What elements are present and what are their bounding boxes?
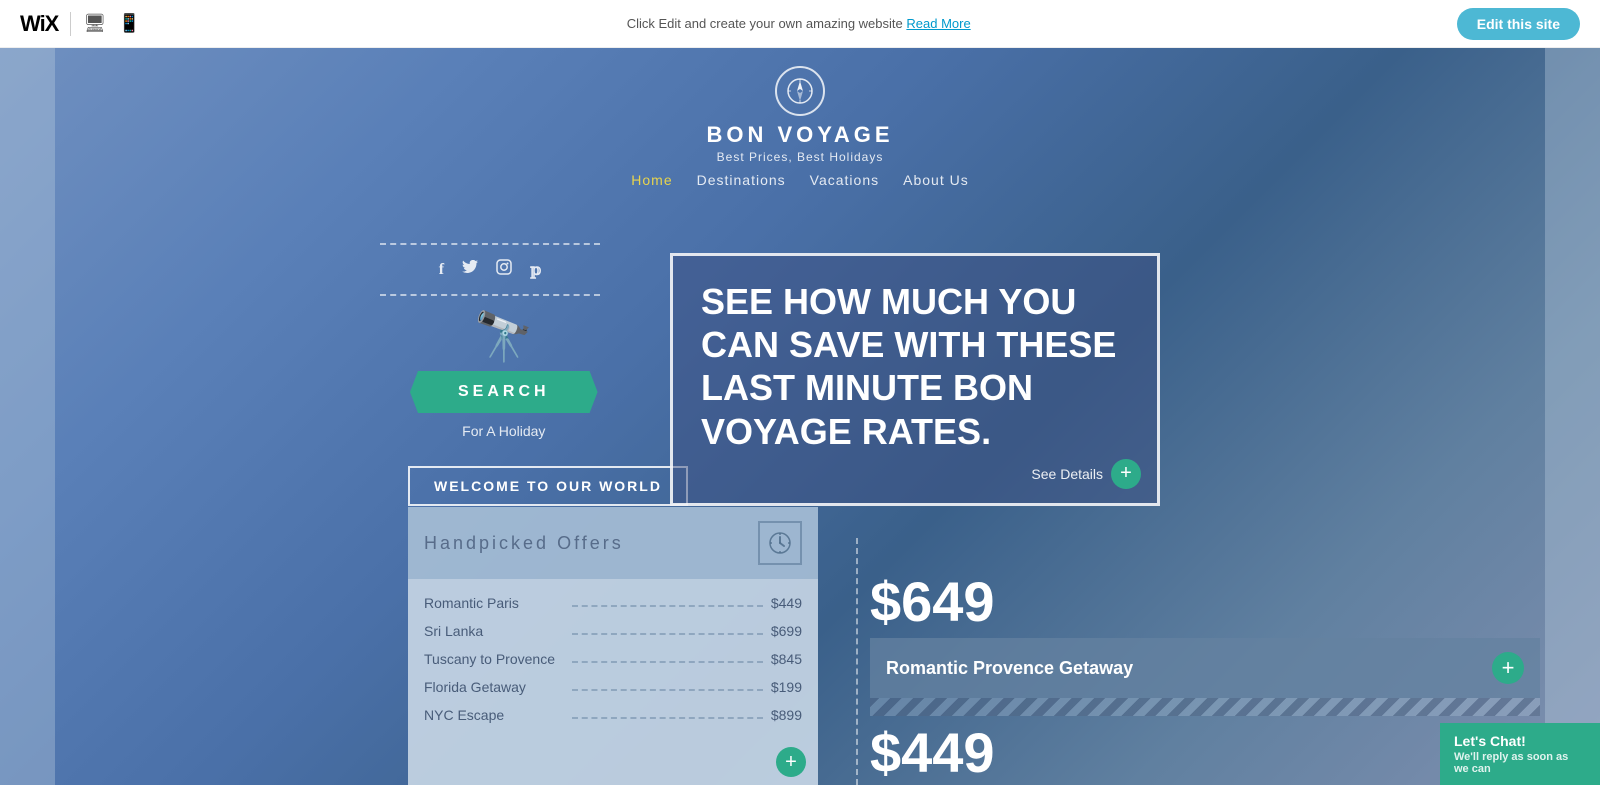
search-button[interactable]: SEARCH — [410, 371, 598, 413]
offer-price: $899 — [771, 707, 802, 723]
see-details-row: See Details + — [1031, 459, 1141, 489]
offer-price: $449 — [771, 595, 802, 611]
offer-name: Sri Lanka — [424, 623, 564, 639]
stripe-bar — [870, 698, 1540, 716]
offer-name: NYC Escape — [424, 707, 564, 723]
offer-row-1: Romantic Paris $449 — [424, 589, 802, 617]
offers-add-button[interactable]: + — [776, 747, 806, 777]
desktop-icon[interactable]: 🖥 — [83, 13, 106, 34]
nav-vacations[interactable]: Vacations — [810, 172, 879, 188]
site-header: BON VOYAGE Best Prices, Best Holidays Ho… — [55, 48, 1545, 188]
edit-prompt: Click Edit and create your own amazing w… — [627, 16, 903, 31]
social-section: f 𝕡 — [380, 243, 600, 296]
offers-header: Handpicked Offers — [408, 507, 818, 579]
dashed-vertical-line — [856, 538, 858, 785]
pinterest-icon[interactable]: 𝕡 — [530, 260, 541, 280]
offer-price: $699 — [771, 623, 802, 639]
offer-dots — [572, 627, 763, 635]
see-details-button[interactable]: + — [1111, 459, 1141, 489]
mobile-icon[interactable]: 📱 — [118, 13, 140, 34]
provence-title: Romantic Provence Getaway — [886, 658, 1492, 679]
main-content: BON VOYAGE Best Prices, Best Holidays Ho… — [0, 48, 1600, 785]
offer-row-3: Tuscany to Provence $845 — [424, 645, 802, 673]
top-bar-center: Click Edit and create your own amazing w… — [141, 16, 1457, 31]
instagram-icon[interactable] — [496, 259, 512, 280]
offer-price: $845 — [771, 651, 802, 667]
nav-about[interactable]: About Us — [903, 172, 969, 188]
right-panel — [1545, 48, 1600, 785]
offer-dots — [572, 711, 763, 719]
search-section: 🔭 SEARCH For A Holiday — [410, 308, 598, 439]
chat-sub: We'll reply as soon as we can — [1454, 751, 1586, 775]
social-icons: f 𝕡 — [439, 259, 542, 280]
offer-name: Tuscany to Provence — [424, 651, 564, 667]
read-more-link[interactable]: Read More — [906, 16, 970, 31]
provence-button[interactable]: + — [1492, 652, 1524, 684]
offers-list: Romantic Paris $449 Sri Lanka $699 Tusca… — [408, 579, 818, 739]
provence-card: Romantic Provence Getaway + — [870, 638, 1540, 698]
edit-site-button[interactable]: Edit this site — [1457, 8, 1580, 40]
site-subtitle: Best Prices, Best Holidays — [717, 150, 884, 164]
offer-dots — [572, 655, 763, 663]
search-subtitle: For A Holiday — [462, 423, 545, 439]
hero-box: SEE HOW MUCH YOU CAN SAVE WITH THESE LAS… — [670, 253, 1160, 506]
site-title: BON VOYAGE — [706, 122, 893, 148]
binoculars-icon: 🔭 — [474, 308, 534, 365]
offers-section: Handpicked Offers Romantic Paris $449 — [408, 507, 818, 785]
chat-bubble[interactable]: Let's Chat! We'll reply as soon as we ca… — [1440, 723, 1600, 785]
wix-logo: WiX — [20, 11, 58, 37]
offers-footer: + — [408, 739, 818, 785]
nav-bar: Home Destinations Vacations About Us — [631, 172, 968, 188]
price-1: $649 — [870, 569, 1540, 634]
chat-label: Let's Chat! — [1454, 733, 1586, 749]
dashed-line-top — [380, 243, 600, 245]
dashed-line-bottom — [380, 294, 600, 296]
nav-destinations[interactable]: Destinations — [697, 172, 786, 188]
divider — [70, 12, 71, 36]
see-details-text: See Details — [1031, 466, 1103, 482]
clock-icon — [758, 521, 802, 565]
offer-name: Romantic Paris — [424, 595, 564, 611]
left-panel — [0, 48, 55, 785]
top-bar: WiX 🖥 📱 Click Edit and create your own a… — [0, 0, 1600, 48]
facebook-icon[interactable]: f — [439, 261, 444, 279]
offer-row-5: NYC Escape $899 — [424, 701, 802, 729]
top-bar-left: WiX 🖥 📱 — [20, 11, 141, 37]
compass-icon — [775, 66, 825, 116]
offers-title: Handpicked Offers — [424, 533, 624, 554]
offer-row-2: Sri Lanka $699 — [424, 617, 802, 645]
offer-name: Florida Getaway — [424, 679, 564, 695]
offer-price: $199 — [771, 679, 802, 695]
hero-text: SEE HOW MUCH YOU CAN SAVE WITH THESE LAS… — [701, 280, 1129, 453]
twitter-icon[interactable] — [462, 260, 478, 279]
nav-home[interactable]: Home — [631, 172, 672, 188]
offer-dots — [572, 683, 763, 691]
offer-row-4: Florida Getaway $199 — [424, 673, 802, 701]
welcome-button[interactable]: WELCOME TO OUR WORLD — [408, 466, 688, 506]
offer-dots — [572, 599, 763, 607]
